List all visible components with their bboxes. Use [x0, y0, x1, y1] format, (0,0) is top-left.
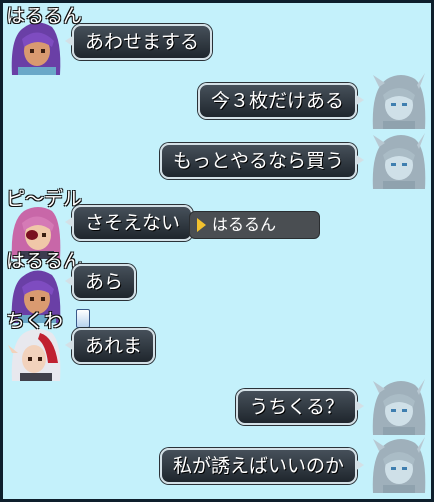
speaker-name: ちくわ: [6, 310, 64, 332]
speaker-name: はるるん: [6, 250, 83, 272]
silver-hair-avatar-icon[interactable]: [371, 435, 427, 493]
silver-hair-avatar-icon[interactable]: [371, 377, 427, 435]
chat-bubble[interactable]: あわせまする: [64, 24, 213, 60]
target-name-text: はるるん: [212, 215, 277, 234]
chat-bubble[interactable]: もっとやるなら買う: [159, 143, 365, 179]
target-triangle-icon: [197, 218, 206, 232]
chat-bubble[interactable]: 私が誘えばいいのか: [159, 448, 365, 484]
chat-bubble[interactable]: あら: [64, 264, 137, 300]
chat-log-panel: はるるん あわせまする 今３枚だけある もっとやるなら買う ピ～デル さそえない…: [0, 0, 434, 502]
chat-bubble[interactable]: さそえない: [64, 205, 194, 241]
chat-bubble[interactable]: 今３枚だけある: [197, 83, 365, 119]
silver-hair-avatar-icon[interactable]: [371, 131, 427, 189]
card-icon: [76, 309, 90, 328]
speaker-name: ピ～デル: [6, 188, 83, 210]
chat-bubble[interactable]: あれま: [64, 328, 156, 364]
chat-bubble[interactable]: うちくる？: [236, 389, 364, 425]
speaker-name: はるるん: [6, 5, 83, 27]
target-name-label[interactable]: はるるん: [189, 211, 320, 239]
silver-hair-avatar-icon[interactable]: [371, 71, 427, 129]
